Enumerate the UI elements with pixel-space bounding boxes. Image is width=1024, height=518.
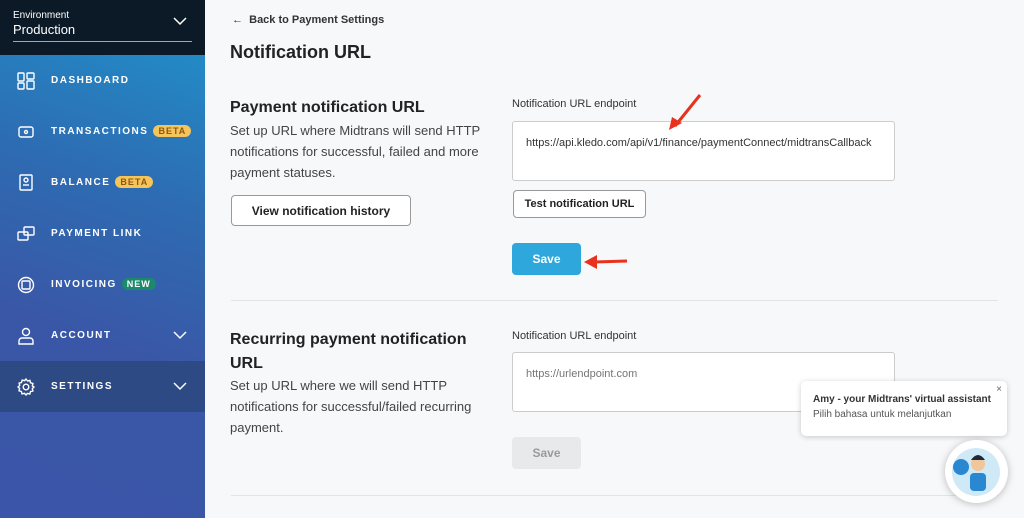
test-notification-url-button[interactable]: Test notification URL	[513, 190, 646, 218]
chevron-down-icon	[173, 331, 187, 340]
account-icon	[18, 327, 34, 345]
sidebar-item-payment-link[interactable]: PAYMENT LINK	[0, 208, 205, 259]
beta-badge: BETA	[115, 176, 154, 188]
new-badge: NEW	[121, 278, 156, 290]
sidebar-item-label: INVOICING	[51, 279, 117, 290]
divider	[231, 300, 998, 301]
view-notification-history-button[interactable]: View notification history	[231, 195, 411, 226]
back-link[interactable]: ← Back to Payment Settings	[232, 14, 384, 26]
balance-icon	[19, 173, 33, 191]
environment-value: Production	[13, 22, 76, 37]
sidebar-item-label: SETTINGS	[51, 381, 114, 392]
sidebar-item-balance[interactable]: BALANCE BETA	[0, 157, 205, 208]
page-title: Notification URL	[230, 42, 371, 62]
chevron-down-icon	[173, 382, 187, 391]
section-description: Set up URL where Midtrans will send HTTP…	[230, 123, 480, 180]
divider	[231, 495, 998, 496]
section-description: Set up URL where we will send HTTP notif…	[230, 378, 472, 435]
chat-subtitle: Pilih bahasa untuk melanjutkan	[813, 409, 952, 420]
sidebar: Environment Production DASHBOARD TRANSAC…	[0, 0, 205, 518]
invoicing-icon	[17, 276, 35, 293]
main-content: ← Back to Payment Settings Notification …	[205, 0, 1024, 518]
sidebar-item-account[interactable]: ACCOUNT	[0, 310, 205, 361]
sidebar-item-label: DASHBOARD	[51, 75, 130, 86]
field-label: Notification URL endpoint	[512, 330, 637, 342]
gear-icon	[17, 377, 35, 396]
sidebar-item-settings[interactable]: SETTINGS	[0, 361, 205, 412]
annotation-arrow-icon	[669, 94, 702, 130]
sidebar-item-label: PAYMENT LINK	[51, 228, 143, 239]
environment-selector[interactable]: Environment Production	[0, 0, 205, 55]
sidebar-item-label: ACCOUNT	[51, 330, 112, 341]
chat-assistant-avatar[interactable]	[945, 440, 1008, 503]
sidebar-item-invoicing[interactable]: INVOICING NEW	[0, 259, 205, 310]
annotation-arrow-icon	[584, 255, 628, 269]
field-label: Notification URL endpoint	[512, 98, 637, 110]
save-button[interactable]: Save	[512, 243, 581, 275]
dashboard-icon	[17, 71, 35, 90]
close-icon[interactable]: ×	[996, 384, 1002, 395]
sidebar-item-dashboard[interactable]: DASHBOARD	[0, 55, 205, 106]
assistant-avatar-icon	[952, 448, 1000, 496]
sidebar-item-label: BALANCE	[51, 177, 111, 188]
chat-popup[interactable]: Amy - your Midtrans' virtual assistant P…	[801, 381, 1007, 436]
transactions-icon	[18, 125, 34, 138]
arrow-left-icon: ←	[232, 14, 250, 26]
section-heading: Payment notification URL	[230, 99, 425, 116]
environment-label: Environment	[13, 10, 70, 21]
divider	[13, 41, 192, 42]
chat-title: Amy - your Midtrans' virtual assistant	[813, 394, 991, 405]
chevron-down-icon	[173, 17, 187, 26]
back-label: Back to Payment Settings	[249, 14, 385, 26]
sidebar-item-transactions[interactable]: TRANSACTIONS BETA	[0, 106, 205, 157]
payment-link-icon	[17, 225, 35, 241]
beta-badge: BETA	[153, 125, 192, 137]
section-heading: Recurring payment notification URL	[230, 331, 467, 372]
sidebar-item-label: TRANSACTIONS	[51, 126, 149, 137]
save-button-disabled[interactable]: Save	[512, 437, 581, 469]
